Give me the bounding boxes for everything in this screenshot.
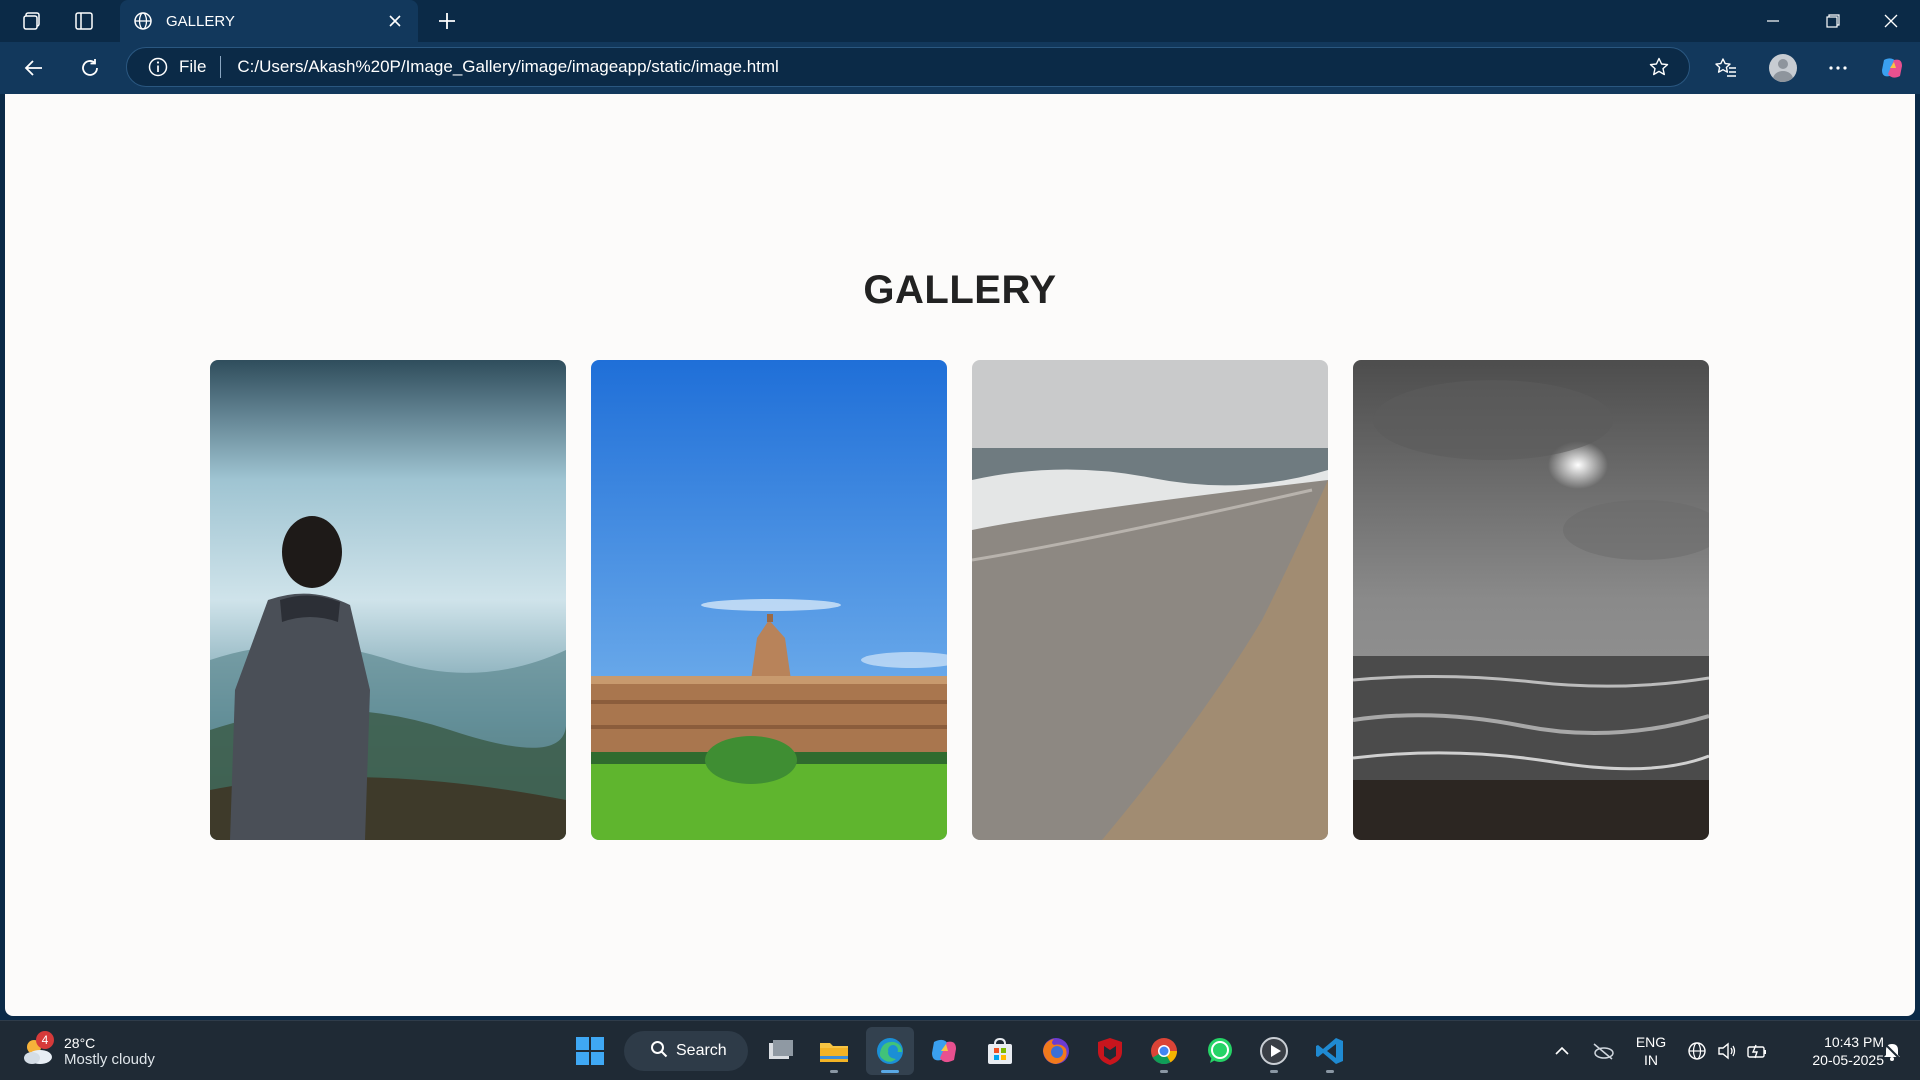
weather-temperature: 28°C xyxy=(64,1034,96,1051)
back-button[interactable] xyxy=(14,48,54,88)
close-tab-icon[interactable] xyxy=(384,10,406,32)
start-button[interactable] xyxy=(566,1027,614,1075)
profile-button[interactable] xyxy=(1763,48,1803,88)
tab-title: GALLERY xyxy=(166,12,235,30)
whatsapp-icon[interactable] xyxy=(1196,1027,1244,1075)
gallery-image-1[interactable] xyxy=(210,360,566,840)
search-icon xyxy=(650,1040,668,1063)
favorite-star-icon[interactable] xyxy=(1639,47,1679,87)
show-hidden-icons-chevron-up-icon[interactable] xyxy=(1548,1037,1576,1065)
restore-button[interactable] xyxy=(1804,0,1862,42)
store-icon[interactable] xyxy=(976,1027,1024,1075)
edge-browser-icon[interactable] xyxy=(866,1027,914,1075)
browser-titlebar: GALLERY xyxy=(0,0,1920,42)
refresh-button[interactable] xyxy=(70,48,110,88)
running-indicator xyxy=(830,1070,838,1073)
page-title: GALLERY xyxy=(863,268,1057,312)
info-icon[interactable] xyxy=(147,56,169,78)
tab-gallery[interactable]: GALLERY xyxy=(120,0,418,42)
taskbar: 4 28°C Mostly cloudy Search ENG IN 10:43… xyxy=(0,1020,1920,1080)
address-scheme: File xyxy=(179,57,207,76)
running-indicator xyxy=(881,1070,899,1073)
address-separator xyxy=(220,56,222,78)
gallery-image-3[interactable] xyxy=(972,360,1328,840)
close-window-button[interactable] xyxy=(1862,0,1920,42)
clock[interactable]: 10:43 PM 20-05-2025 xyxy=(1780,1033,1884,1069)
network-globe-icon[interactable] xyxy=(1683,1037,1711,1065)
battery-icon[interactable] xyxy=(1743,1037,1771,1065)
running-indicator xyxy=(1270,1070,1278,1073)
copilot-app-icon[interactable] xyxy=(920,1027,968,1075)
mcafee-icon[interactable] xyxy=(1086,1027,1134,1075)
onedrive-offline-icon[interactable] xyxy=(1589,1037,1617,1065)
vscode-icon[interactable] xyxy=(1306,1027,1354,1075)
firefox-icon[interactable] xyxy=(1032,1027,1080,1075)
browser-toolbar: File C:/Users/Akash%20P/Image_Gallery/im… xyxy=(0,42,1920,94)
avatar xyxy=(1769,54,1797,82)
search-label: Search xyxy=(676,1042,727,1059)
more-menu-icon[interactable] xyxy=(1818,48,1858,88)
tab-actions-icon[interactable] xyxy=(60,0,108,42)
language-primary: ENG xyxy=(1635,1034,1667,1050)
page-viewport: GALLERY xyxy=(5,94,1915,1016)
address-url[interactable]: C:/Users/Akash%20P/Image_Gallery/image/i… xyxy=(237,57,1639,77)
chrome-icon[interactable] xyxy=(1140,1027,1188,1075)
task-view-icon[interactable] xyxy=(756,1027,804,1075)
favorites-icon[interactable] xyxy=(1706,48,1746,88)
volume-icon[interactable] xyxy=(1713,1037,1741,1065)
language-secondary: IN xyxy=(1644,1052,1658,1068)
workspaces-icon[interactable] xyxy=(8,0,56,42)
clock-time: 10:43 PM xyxy=(1824,1034,1884,1050)
language-indicator[interactable]: ENG IN xyxy=(1630,1033,1672,1069)
minimize-button[interactable] xyxy=(1744,0,1802,42)
new-tab-button[interactable] xyxy=(430,4,464,38)
media-player-icon[interactable] xyxy=(1250,1027,1298,1075)
file-explorer-icon[interactable] xyxy=(810,1027,858,1075)
clock-date: 20-05-2025 xyxy=(1812,1052,1884,1068)
taskbar-search[interactable]: Search xyxy=(624,1031,748,1071)
running-indicator xyxy=(1160,1070,1168,1073)
cloudy-weather-icon: 4 xyxy=(20,1031,56,1069)
running-indicator xyxy=(1326,1070,1334,1073)
weather-badge: 4 xyxy=(36,1031,54,1049)
weather-widget[interactable]: 4 28°C Mostly cloudy xyxy=(20,1029,180,1073)
globe-icon xyxy=(132,10,154,32)
address-bar[interactable]: File C:/Users/Akash%20P/Image_Gallery/im… xyxy=(126,47,1690,87)
notifications-bell-icon[interactable] xyxy=(1878,1037,1906,1065)
gallery-image-4[interactable] xyxy=(1353,360,1709,840)
gallery-image-2[interactable] xyxy=(591,360,947,840)
copilot-icon[interactable] xyxy=(1872,48,1912,88)
weather-description: Mostly cloudy xyxy=(64,1050,155,1068)
